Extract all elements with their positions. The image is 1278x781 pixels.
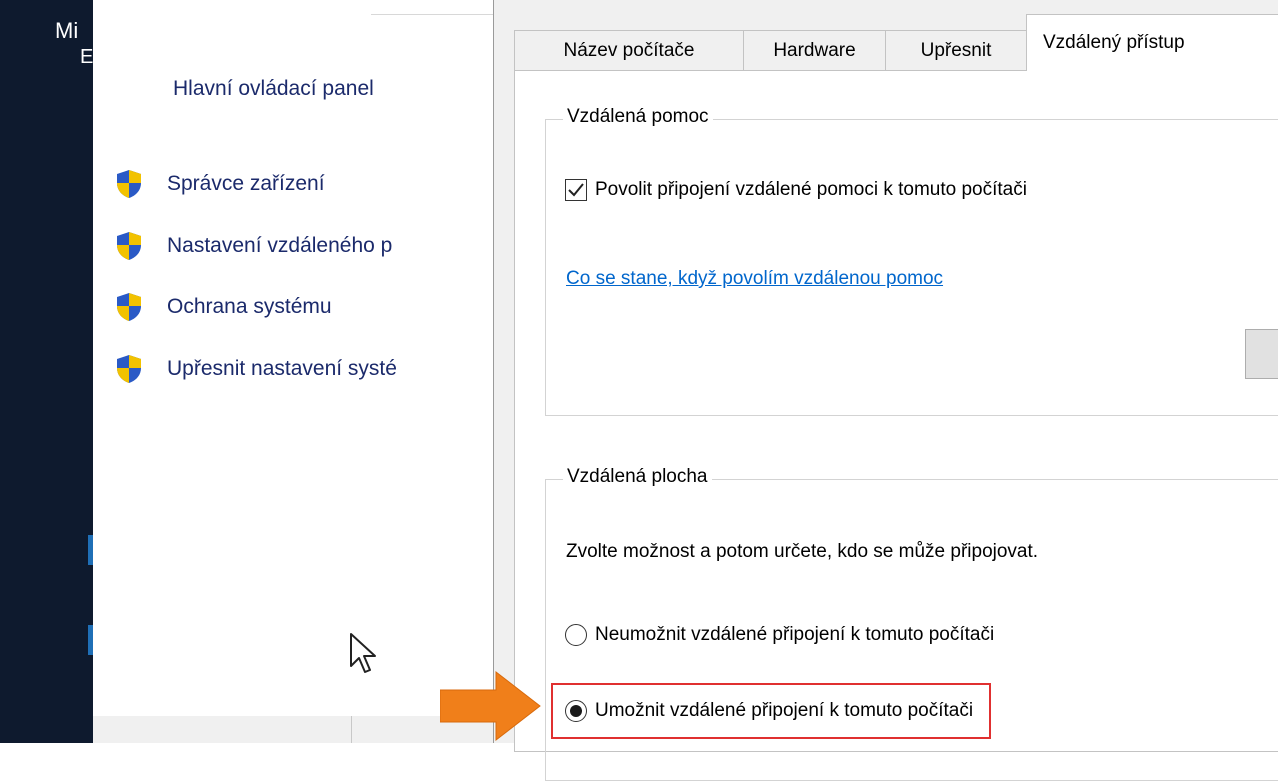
status-bar: [93, 716, 493, 743]
system-properties-dialog: Název počítače Hardware Upřesnit Vzdálen…: [493, 0, 1278, 781]
group-title: Vzdálená pomoc: [563, 106, 713, 128]
nav-item-label: Upřesnit nastavení systé: [167, 357, 397, 380]
divider: [351, 716, 352, 743]
nav-item-device-manager[interactable]: Správce zařízení: [115, 166, 495, 202]
remote-assistance-help-link[interactable]: Co se stane, když povolím vzdálenou pomo…: [566, 268, 943, 290]
nav-item-remote-settings[interactable]: Nastavení vzdáleného p: [115, 228, 495, 264]
mouse-cursor-icon: [350, 633, 376, 673]
annotation-arrow-icon: [440, 670, 541, 742]
remote-desktop-instruction: Zvolte možnost a potom určete, kdo se mů…: [566, 541, 1039, 562]
uac-shield-icon: [117, 232, 141, 260]
nav-item-advanced-system-settings[interactable]: Upřesnit nastavení systé: [115, 351, 495, 387]
nav-item-label: Nastavení vzdáleného p: [167, 234, 393, 257]
advanced-button[interactable]: [1245, 329, 1278, 379]
window-title-fragment-2: E: [80, 46, 94, 68]
tab-panel-remote: Vzdálená pomoc Povolit připojení vzdálen…: [514, 70, 1278, 781]
tab-hardware[interactable]: Hardware: [743, 30, 886, 70]
window-title-fragment: Mi: [55, 18, 79, 43]
tab-advanced[interactable]: Upřesnit: [885, 30, 1027, 70]
radio-deny-remote-connections[interactable]: Neumožnit vzdálené připojení k tomuto po…: [565, 624, 994, 646]
radio-label: Umožnit vzdálené připojení k tomuto počí…: [595, 700, 974, 721]
uac-shield-icon: [117, 355, 141, 383]
nav-item-system-protection[interactable]: Ochrana systému: [115, 289, 495, 325]
radio-allow-remote-connections[interactable]: Umožnit vzdálené připojení k tomuto počí…: [565, 700, 973, 722]
checkmark-icon: [568, 183, 584, 197]
radio-selected-dot: [570, 705, 582, 717]
desktop-background: Mi E: [0, 0, 93, 743]
nav-item-label: Správce zařízení: [167, 172, 325, 195]
uac-shield-icon: [117, 293, 141, 321]
radio-button[interactable]: [565, 624, 587, 646]
nav-item-label: Ochrana systému: [167, 295, 332, 318]
control-panel-pane: Hlavní ovládací panel Správce zařízení N…: [93, 0, 585, 743]
uac-shield-icon: [117, 170, 141, 198]
checkbox-label: Povolit připojení vzdálené pomoci k tomu…: [595, 179, 1027, 200]
radio-label: Neumožnit vzdálené připojení k tomuto po…: [595, 624, 995, 645]
radio-button[interactable]: [565, 700, 587, 722]
tab-computer-name[interactable]: Název počítače: [514, 30, 744, 70]
tab-remote[interactable]: Vzdálený přístup: [1026, 14, 1278, 71]
checkbox-box[interactable]: [565, 179, 587, 201]
group-title: Vzdálená plocha: [563, 466, 712, 488]
control-panel-home-link[interactable]: Hlavní ovládací panel: [173, 77, 374, 101]
allow-remote-assistance-checkbox[interactable]: Povolit připojení vzdálené pomoci k tomu…: [565, 179, 1027, 201]
